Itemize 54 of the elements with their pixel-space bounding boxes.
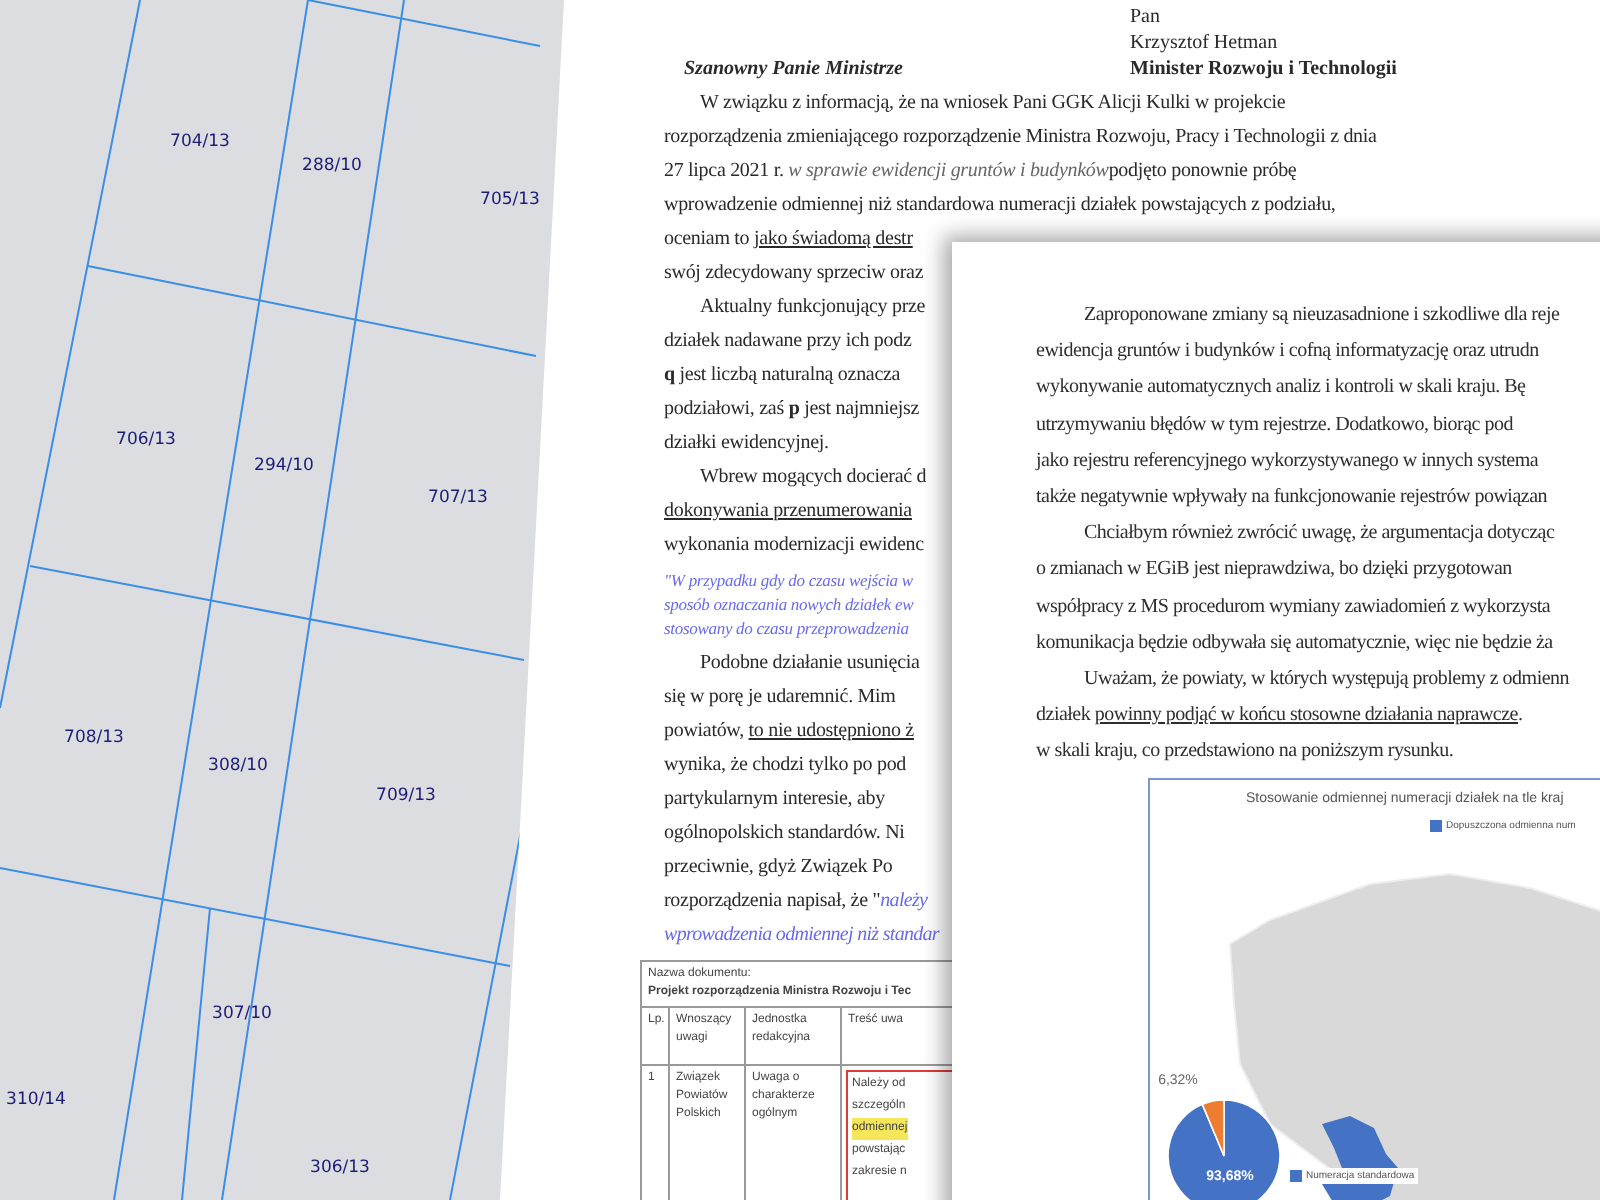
text-line: działek powinny podjąć w końcu stosowne działania naprawcze. — [1036, 702, 1523, 731]
text-line: q jest liczbą naturalną oznacza — [664, 362, 901, 390]
recipient-line: Minister Rozwoju i Technologii — [1130, 56, 1399, 82]
text-line: "W przypadku gdy do czasu wejścia w — [664, 568, 913, 592]
parcel-label: 308/10 — [208, 756, 268, 776]
text-line: współpracy z MS procedurom wymiany zawiadomień z wykorzysta — [1036, 593, 1551, 622]
text-line: wynika, że chodzi tylko po pod — [664, 752, 907, 780]
text-line: W związku z informacją, że na wniosek Pani GGK Alicji Kulki w projekcie — [698, 90, 1286, 118]
text-line: Zaproponowane zmiany są nieuzasadnione i szkodliwe dla reje — [1082, 302, 1560, 330]
text-line: przeciwnie, gdyż Związek Po — [664, 854, 893, 882]
text-line: ewidencja gruntów i budynków i cofną informatyzację oraz utrudn — [1036, 338, 1539, 367]
parcel-label: 288/10 — [302, 156, 362, 176]
text-line: swój zdecydowany sprzeciw oraz — [664, 260, 924, 288]
text-line: działek nadawane przy ich podz — [664, 328, 912, 356]
text-line: wprowadzenie odmiennej niż standardowa numeracji działek powstających z podziału, — [664, 192, 1336, 220]
text-line: ogólnopolskich standardów. Ni — [664, 820, 905, 848]
text-line: oceniam to jako świadomą destr — [664, 226, 913, 254]
text-line: 27 lipca 2021 r. w sprawie ewidencji gruntów i budynkówpodjęto ponownie próbę — [664, 158, 1297, 186]
recipient-line: Krzysztof Hetman — [1130, 30, 1280, 56]
text-line: wykonania modernizacji ewidenc — [664, 532, 924, 560]
text-line: Chciałbym również zwrócić uwagę, że argumentacja dotycząc — [1082, 520, 1555, 549]
text-line: wprowadzenia odmiennej niż standar — [664, 922, 939, 950]
text-line: stosowany do czasu przeprowadzenia — [664, 616, 909, 640]
parcel-label: 709/13 — [376, 786, 436, 806]
text-line: utrzymywaniu błędów w tym rejestrze. Dodatkowo, biorąc pod — [1036, 411, 1513, 440]
text-line: partykularnym interesie, aby — [664, 786, 885, 814]
text-line: jako rejestru referencyjnego wykorzystywanego w innych systema — [1036, 447, 1539, 476]
text-line: powiatów, to nie udostępniono ż — [664, 718, 914, 746]
text-line: działki ewidencyjnej. — [664, 430, 829, 458]
salutation: Szanowny Panie Ministrze — [682, 56, 905, 82]
text-line: rozporządzenia zmieniającego rozporządzenie Ministra Rozwoju, Pracy i Technologii z dnia — [664, 124, 1377, 152]
parcel-label: 294/10 — [254, 456, 314, 476]
parcel-label: 706/13 — [116, 430, 176, 450]
text-line: podziałowi, zaś p jest najmniejsz — [664, 396, 920, 424]
text-line: się w porę je udaremnić. Mim — [664, 684, 896, 712]
parcel-label: 704/13 — [170, 132, 230, 152]
text-line: także negatywnie wpływały na funkcjonowanie rejestrów powiązan — [1036, 484, 1548, 513]
parcel-label: 306/13 — [310, 1158, 370, 1178]
recipient-line: Pan — [1130, 4, 1162, 30]
parcel-label: 705/13 — [480, 190, 540, 210]
text-line: w skali kraju, co przedstawiono na poniższym rysunku. — [1036, 738, 1454, 767]
text-line: Podobne działanie usunięcia — [698, 650, 920, 678]
text-line: komunikacja będzie odbywała się automatycznie, więc nie będzie ża — [1036, 629, 1553, 658]
parcel-label: 310/14 — [6, 1090, 66, 1110]
text-line: rozporządzenia napisał, że "należy — [664, 888, 928, 916]
text-line: sposób oznaczania nowych działek ew — [664, 592, 914, 616]
text-line: Aktualny funkcjonujący prze — [698, 294, 926, 322]
text-line: Uważam, że powiaty, w których występują problemy z odmienn — [1082, 666, 1570, 695]
parcel-label: 707/13 — [428, 488, 488, 508]
text-line: Wbrew mogących docierać d — [698, 464, 927, 492]
text-line: dokonywania przenumerowania — [664, 498, 912, 526]
text-line: wykonywanie automatycznych analiz i kontroli w skali kraju. Bę — [1036, 374, 1526, 403]
text-line: o zmianach w EGiB jest nieprawdziwa, bo dzięki przygotowan — [1036, 556, 1512, 585]
parcel-label: 708/13 — [64, 728, 124, 748]
